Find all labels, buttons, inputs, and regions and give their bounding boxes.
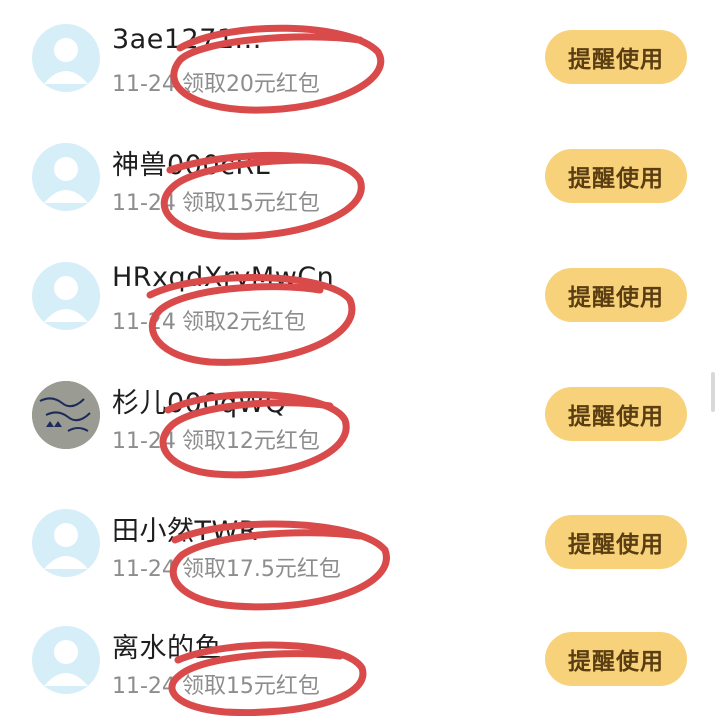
reward-date: 11-24 (112, 429, 176, 454)
default-avatar-icon (32, 143, 100, 211)
custom-avatar-icon (32, 381, 100, 449)
list-item: 离水的鱼 11-24 领取15元红包 提醒使用 (0, 602, 720, 716)
reward-text: 领取20元红包 (181, 72, 320, 97)
reward-info: 11-24 领取15元红包 (112, 185, 320, 217)
default-avatar-icon (32, 626, 100, 694)
list-item: 3ae1271... 11-24 领取20元红包 提醒使用 (0, 0, 720, 118)
user-name: HRxqdXryMwCn (112, 262, 335, 293)
user-name: 田小然TWR (112, 516, 258, 547)
reward-date: 11-24 (112, 557, 176, 582)
reward-text: 领取17.5元红包 (181, 557, 341, 582)
remind-button[interactable]: 提醒使用 (545, 30, 687, 84)
invite-list-screen: 3ae1271... 11-24 领取20元红包 提醒使用 神兽000cRL 11… (0, 0, 720, 716)
reward-date: 11-24 (112, 674, 176, 699)
user-name: 神兽000cRL (112, 150, 271, 181)
user-name: 离水的鱼 (112, 633, 222, 664)
remind-button[interactable]: 提醒使用 (545, 149, 687, 203)
invite-list: 3ae1271... 11-24 领取20元红包 提醒使用 神兽000cRL 11… (0, 0, 720, 716)
remind-button[interactable]: 提醒使用 (545, 632, 687, 686)
reward-info: 11-24 领取2元红包 (112, 304, 306, 336)
reward-text: 领取15元红包 (181, 674, 320, 699)
remind-button[interactable]: 提醒使用 (545, 268, 687, 322)
user-name: 杉儿000qWQ (112, 388, 287, 419)
reward-text: 领取12元红包 (181, 429, 320, 454)
user-name: 3ae1271... (112, 24, 262, 55)
list-item: HRxqdXryMwCn 11-24 领取2元红包 提醒使用 (0, 238, 720, 356)
list-item: 神兽000cRL 11-24 领取15元红包 提醒使用 (0, 119, 720, 237)
reward-date: 11-24 (112, 72, 176, 97)
reward-info: 11-24 领取15元红包 (112, 668, 320, 700)
remind-button[interactable]: 提醒使用 (545, 387, 687, 441)
reward-date: 11-24 (112, 191, 176, 216)
reward-info: 11-24 领取20元红包 (112, 66, 320, 98)
reward-info: 11-24 领取12元红包 (112, 423, 320, 455)
default-avatar-icon (32, 262, 100, 330)
default-avatar-icon (32, 24, 100, 92)
reward-text: 领取2元红包 (181, 310, 306, 335)
remind-button[interactable]: 提醒使用 (545, 515, 687, 569)
reward-date: 11-24 (112, 310, 176, 335)
reward-text: 领取15元红包 (181, 191, 320, 216)
list-item: 田小然TWR 11-24 领取17.5元红包 提醒使用 (0, 485, 720, 603)
default-avatar-icon (32, 509, 100, 577)
reward-info: 11-24 领取17.5元红包 (112, 551, 341, 583)
scrollbar[interactable] (711, 372, 715, 412)
list-item: 杉儿000qWQ 11-24 领取12元红包 提醒使用 (0, 357, 720, 475)
